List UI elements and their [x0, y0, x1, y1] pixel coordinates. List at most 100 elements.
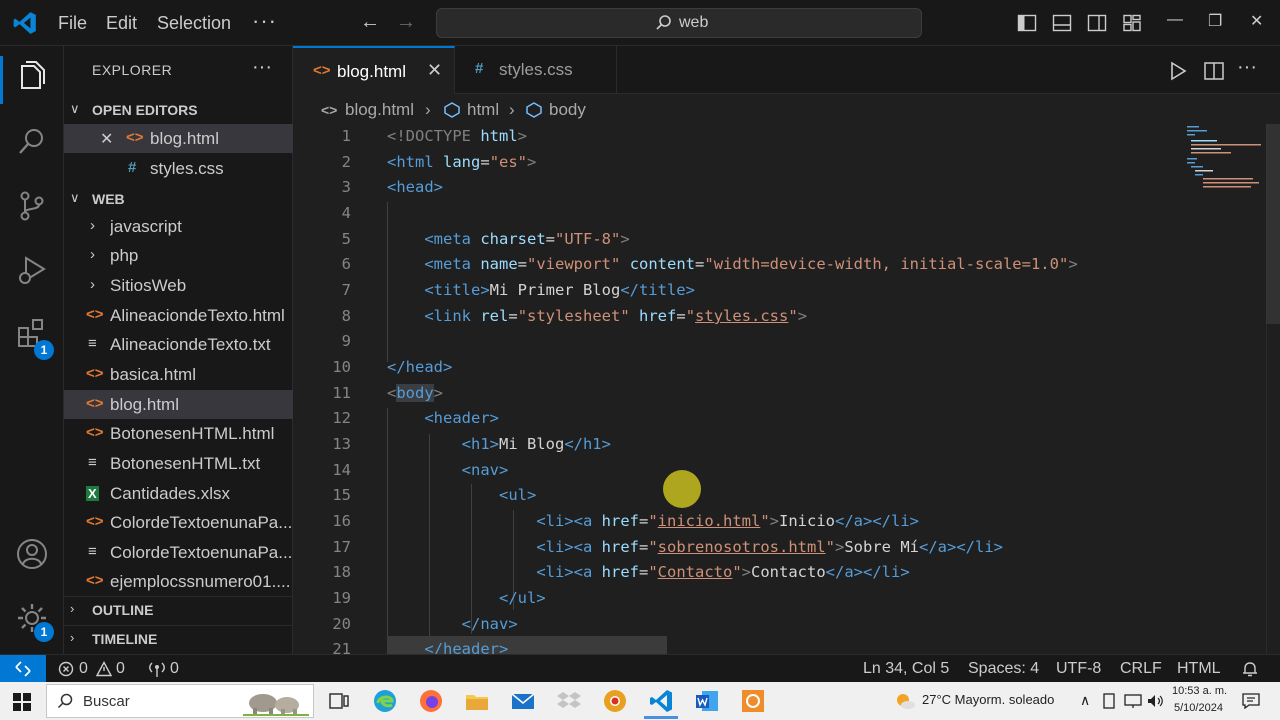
windows-start-icon[interactable] — [13, 693, 31, 711]
link-token[interactable]: Contacto — [658, 563, 733, 581]
indentation[interactable]: Spaces: 4 — [968, 660, 1039, 678]
encoding[interactable]: UTF-8 — [1056, 660, 1101, 678]
token: content — [629, 255, 696, 273]
command-center-search[interactable]: web — [436, 8, 922, 38]
language-mode[interactable]: HTML — [1177, 660, 1221, 678]
warning-count[interactable]: 0 — [116, 660, 125, 678]
token: charset — [480, 230, 546, 248]
file-explorer-icon[interactable] — [464, 688, 490, 714]
code-line: <title>Mi Primer Blog</title> — [387, 281, 695, 299]
timeline-section[interactable]: › TIMELINE — [64, 625, 293, 651]
error-icon[interactable] — [58, 661, 74, 677]
back-arrow-icon[interactable]: ← — [360, 11, 380, 34]
close-window-button[interactable]: ✕ — [1250, 11, 1263, 31]
menu-more-button[interactable]: ··· — [252, 8, 277, 34]
open-editors-section[interactable]: ∨ OPEN EDITORS — [64, 97, 293, 123]
show-hidden-icons-chevron-icon[interactable]: ∧ — [1080, 692, 1090, 709]
search-icon[interactable] — [14, 124, 50, 160]
file-item[interactable]: X Cantidades.xlsx — [64, 479, 293, 508]
breadcrumb-body[interactable]: body — [549, 100, 586, 120]
volume-icon[interactable] — [1146, 693, 1164, 709]
tab-blog-html[interactable]: <> blog.html ✕ — [293, 46, 455, 94]
indent-guide — [471, 484, 472, 634]
toggle-panel-icon[interactable] — [1052, 13, 1072, 33]
ports-broadcast-icon[interactable] — [148, 660, 166, 678]
outline-section[interactable]: › OUTLINE — [64, 596, 293, 622]
file-item[interactable]: ≡ AlineaciondeTexto.txt — [64, 330, 293, 359]
source-control-icon[interactable] — [14, 188, 50, 224]
link-token[interactable]: sobrenosotros.html — [658, 538, 826, 556]
ports-count[interactable]: 0 — [170, 660, 179, 678]
file-item[interactable]: ≡ ColordeTextoenunaPa... — [64, 538, 293, 567]
file-item[interactable]: <> basica.html — [64, 360, 293, 389]
menu-selection[interactable]: Selection — [157, 13, 231, 34]
code-line: <li><a href="sobrenosotros.html">Sobre M… — [536, 538, 1003, 556]
minimize-button[interactable]: — — [1167, 11, 1183, 29]
file-item[interactable]: <> ColordeTextoenunaPa... — [64, 508, 293, 537]
close-editor-icon[interactable]: ✕ — [100, 129, 113, 149]
mail-icon[interactable] — [510, 688, 536, 714]
menu-edit[interactable]: Edit — [106, 13, 137, 34]
workspace-section[interactable]: ∨ WEB — [64, 186, 293, 212]
end-of-line[interactable]: CRLF — [1120, 660, 1162, 678]
error-count[interactable]: 0 — [79, 660, 88, 678]
accounts-icon[interactable] — [14, 536, 50, 572]
settings-badge: 1 — [34, 622, 54, 642]
toggle-secondary-sidebar-icon[interactable] — [1087, 13, 1107, 33]
maximize-button[interactable]: ❐ — [1208, 11, 1222, 31]
link-token[interactable]: styles.css — [695, 307, 788, 325]
forward-arrow-icon[interactable]: → — [396, 11, 416, 34]
chrome-icon[interactable] — [602, 688, 628, 714]
tab-styles-css[interactable]: # styles.css — [455, 46, 617, 94]
file-item[interactable]: <> ejemplocssnumero01.... — [64, 567, 293, 596]
cursor-position[interactable]: Ln 34, Col 5 — [863, 660, 949, 678]
editor-more-button[interactable]: ··· — [1237, 56, 1257, 79]
run-debug-icon[interactable] — [14, 252, 50, 288]
file-item-selected[interactable]: <> blog.html — [64, 390, 293, 419]
toggle-primary-sidebar-icon[interactable] — [1017, 13, 1037, 33]
open-editor-item[interactable]: ✕ <> blog.html — [64, 124, 293, 153]
tab-label: blog.html — [337, 62, 406, 81]
link-token[interactable]: inicio.html — [658, 512, 761, 530]
firefox-icon[interactable] — [418, 688, 444, 714]
customize-layout-icon[interactable] — [1122, 13, 1142, 33]
folder-item[interactable]: › javascript — [64, 212, 293, 241]
breadcrumb-file[interactable]: blog.html — [345, 100, 414, 120]
file-item[interactable]: <> AlineaciondeTexto.html — [64, 301, 293, 330]
menu-file[interactable]: File — [58, 13, 87, 34]
clock-date[interactable]: 5/10/2024 — [1174, 702, 1223, 714]
close-tab-icon[interactable]: ✕ — [427, 60, 442, 81]
dropbox-icon[interactable] — [556, 688, 582, 714]
chevron-right-icon: › — [90, 217, 95, 234]
open-editor-item[interactable]: # styles.css — [64, 154, 293, 183]
notifications-bell-icon[interactable] — [1241, 660, 1259, 678]
breadcrumb-html[interactable]: html — [467, 100, 499, 120]
task-view-icon[interactable] — [326, 688, 352, 714]
edge-browser-icon[interactable] — [372, 688, 398, 714]
app-orange-icon[interactable] — [740, 688, 766, 714]
minimap[interactable] — [1183, 124, 1263, 194]
remote-indicator[interactable] — [0, 655, 46, 683]
explorer-more-button[interactable]: ··· — [252, 56, 272, 79]
file-item[interactable]: ≡ BotonesenHTML.txt — [64, 449, 293, 478]
word-icon[interactable] — [694, 688, 720, 714]
code-editor[interactable]: 1 2 3 4 5 6 7 8 9 10 11 12 13 14 15 16 1… — [293, 124, 1280, 654]
explorer-files-icon[interactable] — [14, 60, 50, 96]
clock-time[interactable]: 10:53 a. m. — [1172, 685, 1227, 697]
vscode-taskbar-icon[interactable] — [648, 688, 674, 714]
folder-item[interactable]: › php — [64, 241, 293, 270]
weather-sun-icon[interactable] — [894, 691, 916, 711]
split-editor-icon[interactable] — [1203, 60, 1225, 82]
weather-text[interactable]: 27°C Mayorm. soleado — [922, 692, 1054, 707]
notification-center-icon[interactable] — [1242, 693, 1260, 709]
warning-icon[interactable] — [96, 661, 112, 677]
folder-item[interactable]: › SitiosWeb — [64, 271, 293, 300]
taskbar-search-input[interactable]: Buscar — [46, 684, 314, 718]
scrollbar-thumb[interactable] — [1266, 124, 1280, 324]
vscode-logo-icon[interactable] — [12, 10, 38, 36]
file-item[interactable]: <> BotonesenHTML.html — [64, 419, 293, 448]
run-play-icon[interactable] — [1167, 60, 1189, 82]
network-icon[interactable] — [1124, 693, 1142, 709]
device-icon[interactable] — [1102, 693, 1116, 709]
html-file-icon: <> — [86, 572, 104, 589]
